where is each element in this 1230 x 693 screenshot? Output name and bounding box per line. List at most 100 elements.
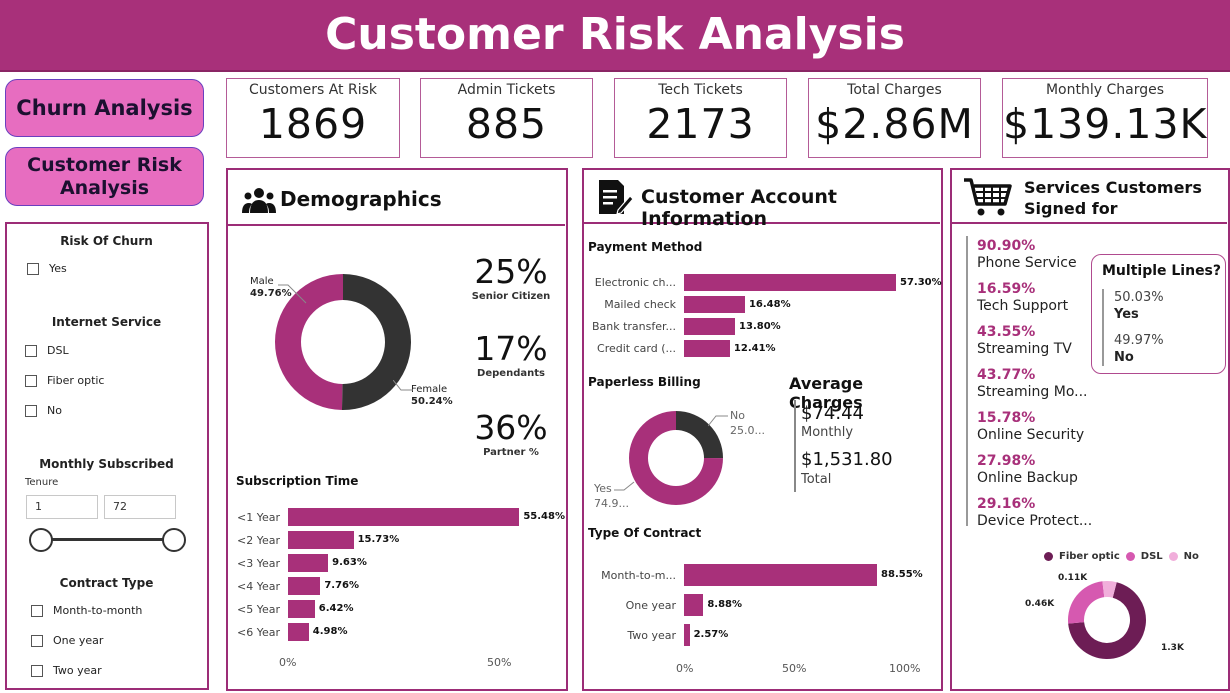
donut-label-dsl: 0.46K [1025,599,1055,609]
female-leader-line [393,380,413,391]
bar-category-label: Bank transfer... [591,320,676,333]
option-label: Fiber optic [47,374,105,387]
contract-type-chart: Month-to-m... 88.55% One year 8.88% Two year… [584,564,940,654]
paperless-yes-value: 74.9... [594,497,629,510]
risk-yes-checkbox[interactable]: Yes [27,262,67,275]
paperless-no-label: No 25.0... [730,408,765,438]
donut-slice[interactable] [1068,581,1105,624]
legend-label: No [1183,551,1199,562]
bar-value-label: 12.41% [733,342,776,354]
bar[interactable] [684,296,745,313]
bar-value-label: 16.48% [748,298,791,310]
kpi-value: $2.86M [815,100,974,148]
kpi-total-charges: Total Charges $2.86M [808,78,981,158]
bar[interactable] [684,624,690,646]
service-item: 15.78% Online Security [977,410,1112,453]
bar[interactable] [288,600,315,618]
service-item: 43.77% Streaming Mo... [977,367,1112,410]
internet-fiber-checkbox[interactable]: Fiber optic [25,374,104,387]
bar-category-label: Electronic ch... [594,276,676,289]
checkbox-icon[interactable] [31,604,43,617]
option-label: One year [53,634,104,647]
option-label: Month-to-month [53,604,143,617]
paperless-no-leader [708,415,728,427]
bar[interactable] [684,274,896,291]
contract-chart-title: Type Of Contract [588,526,702,540]
bar-category-label: <1 Year [236,510,280,524]
bar-category-label: <4 Year [236,579,280,593]
internet-dsl-checkbox[interactable]: DSL [25,344,69,357]
tenure-slider-max-handle[interactable] [162,528,186,552]
bar-value-label: 15.73% [357,534,400,545]
bar-category-label: <5 Year [236,602,280,616]
multi-no-label: No [1114,350,1134,365]
avg-monthly-value: $74.44 [801,403,864,424]
legend-dot-dsl [1125,552,1135,561]
service-pct: 90.90% [977,238,1036,254]
checkbox-icon[interactable] [25,344,37,357]
kpi-tech-tickets: Tech Tickets 2173 [614,78,787,158]
female-label: Female 50.24% [411,384,453,408]
checkbox-icon[interactable] [31,664,43,677]
stat-label: Senior Citizen [471,291,551,302]
bar-value-label: 57.30% [900,276,942,288]
legend-dot-fiber [1044,552,1053,561]
bar[interactable] [288,623,309,641]
tenure-slider-track[interactable] [40,538,173,541]
payment-method-chart: Electronic ch... 57.30% Mailed check 16.48%… [584,274,942,364]
option-label: No [47,404,62,417]
payment-method-title: Payment Method [588,240,703,254]
bar[interactable] [288,577,321,595]
tenure-slider-min-handle[interactable] [29,528,53,552]
bar[interactable] [684,594,704,616]
checkbox-icon[interactable] [25,404,37,417]
churn-analysis-button[interactable]: Churn Analysis [5,79,204,137]
tenure-max-input[interactable]: 72 [104,495,176,519]
contract-twoyear-checkbox[interactable]: Two year [31,664,102,677]
checkbox-icon[interactable] [31,634,43,647]
bar[interactable] [684,318,736,335]
axis-tick: 50% [782,662,807,675]
kpi-label: Customers At Risk [248,82,378,98]
bar-value-label: 4.98% [312,626,348,637]
contract-month-checkbox[interactable]: Month-to-month [31,604,142,617]
stat-partner: 36% Partner % [466,408,556,458]
multi-yes: 50.03% Yes [1114,289,1164,323]
bar[interactable] [288,531,354,549]
checkbox-icon[interactable] [25,374,37,387]
customer-risk-analysis-button[interactable]: Customer Risk Analysis [5,147,204,206]
service-name: Device Protect... [977,513,1093,529]
bar[interactable] [288,554,329,572]
service-pct: 29.16% [977,496,1036,512]
stat-value: 17% [474,329,548,368]
axis-tick: 50% [487,656,512,669]
tenure-label: Tenure [25,477,59,488]
bar-category-label: <3 Year [236,556,280,570]
multi-yes-pct: 50.03% [1114,290,1164,305]
option-label: Two year [53,664,102,677]
multiple-lines-card: Multiple Lines? 50.03% Yes 49.97% No [1091,254,1226,374]
bar[interactable] [288,508,520,526]
stat-value: 25% [474,252,548,291]
kpi-label: Tech Tickets [658,82,743,98]
kpi-admin-tickets: Admin Tickets 885 [420,78,593,158]
kpi-value: 885 [465,100,548,148]
avg-divider [794,400,796,492]
page-title: Customer Risk Analysis [0,0,1230,72]
multi-no-pct: 49.97% [1114,333,1164,348]
checkbox-icon[interactable] [27,262,39,275]
bar[interactable] [684,564,878,586]
bar[interactable] [684,340,730,357]
tenure-min-input[interactable]: 1 [26,495,98,519]
services-title-line2: Signed for [1024,199,1118,218]
service-item: 29.16% Device Protect... [977,496,1112,539]
internet-no-checkbox[interactable]: No [25,404,62,417]
paperless-billing-title: Paperless Billing [588,375,701,389]
service-pct: 27.98% [977,453,1036,469]
kpi-customers-at-risk: Customers At Risk 1869 [226,78,400,158]
subscription-time-chart: <1 Year 55.48% <2 Year 15.73% <3 Year 9.63% <4… [228,508,565,648]
bar-category-label: <2 Year [236,533,280,547]
monthly-subscribed-title: Monthly Subscribed [39,457,174,471]
contract-oneyear-checkbox[interactable]: One year [31,634,103,647]
risk-of-churn-title: Risk Of Churn [60,234,153,248]
